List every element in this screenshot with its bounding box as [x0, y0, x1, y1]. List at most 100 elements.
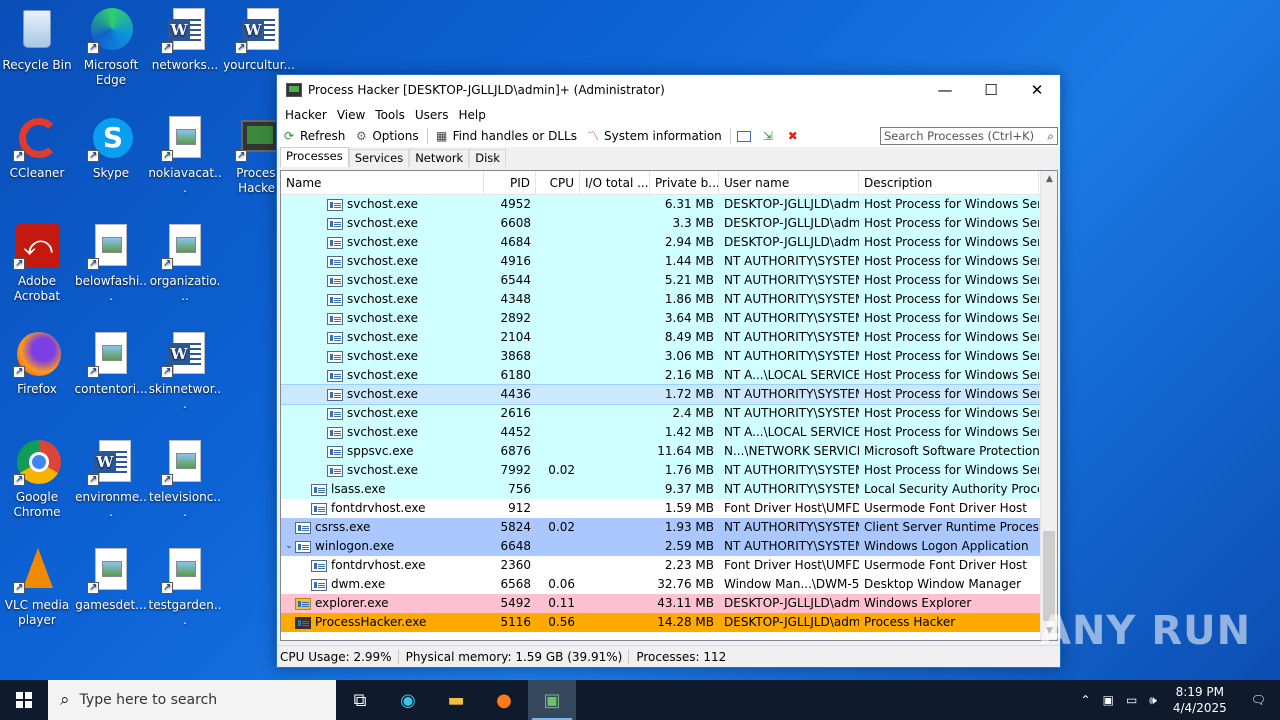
process-name-cell: svchost.exe [281, 404, 484, 423]
process-row[interactable]: ⌄ winlogon.exe 6648 2.59 MB NT AUTHORITY\SYS… [281, 537, 1057, 556]
process-row[interactable]: svchost.exe 6608 3.3 MB DESKTOP-JGLLJLD\adm… [281, 214, 1057, 233]
terminate-button[interactable]: ✖ [785, 129, 804, 143]
search-processes-input[interactable]: Search Processes (Ctrl+K) ⌕ [880, 127, 1058, 145]
process-hacker-tray-icon[interactable]: ▣ [1097, 693, 1120, 707]
desktop-icon[interactable]: Wnetworks... [148, 6, 222, 73]
vertical-scrollbar[interactable]: ▲ ▼ [1040, 171, 1057, 640]
process-name-cell: svchost.exe [281, 309, 484, 328]
taskbar-edge[interactable]: ◉ [384, 680, 432, 720]
system-information-button[interactable]: 〽 System information [585, 129, 722, 143]
process-row[interactable]: ProcessHacker.exe 5116 0.56 14.28 MB DESKTOP… [281, 613, 1057, 632]
clock[interactable]: 8:19 PM 4/4/2025 [1163, 684, 1237, 716]
process-row[interactable]: svchost.exe 4436 1.72 MB NT AUTHORITY\SYSTE… [281, 384, 1057, 405]
process-row[interactable]: svchost.exe 4452 1.42 MB NT A...\LOCAL SERV… [281, 423, 1057, 442]
menu-users[interactable]: Users [410, 108, 454, 122]
process-row[interactable]: svchost.exe 2104 8.49 MB NT AUTHORITY\SYSTE… [281, 328, 1057, 347]
column-io-total[interactable]: I/O total ... [580, 171, 650, 194]
network-icon[interactable]: ▭ [1120, 693, 1143, 707]
process-row[interactable]: svchost.exe 4916 1.44 MB NT AUTHORITY\SYSTE… [281, 252, 1057, 271]
process-name-cell: svchost.exe [281, 252, 484, 271]
tab-processes[interactable]: Processes [280, 147, 349, 167]
process-row[interactable]: svchost.exe 4952 6.31 MB DESKTOP-JGLLJLD\ad… [281, 195, 1057, 214]
process-row[interactable]: sppsvc.exe 6876 11.64 MB N...\NETWORK SERVI… [281, 442, 1057, 461]
process-row[interactable]: svchost.exe 4348 1.86 MB NT AUTHORITY\SYSTE… [281, 290, 1057, 309]
menu-view[interactable]: View [332, 108, 370, 122]
desktop-icon[interactable]: belowfashi... [74, 222, 148, 304]
column-cpu[interactable]: CPU [536, 171, 580, 194]
menu-tools[interactable]: Tools [370, 108, 410, 122]
taskbar-firefox[interactable]: ● [480, 680, 528, 720]
column-pid[interactable]: PID [484, 171, 536, 194]
private-bytes-cell: 32.76 MB [657, 577, 714, 591]
desktop-icon[interactable]: gamesdet... [74, 546, 148, 613]
desktop-icon[interactable]: nokiavacat... [148, 114, 222, 196]
column-description[interactable]: Description [859, 171, 1039, 194]
process-row[interactable]: dwm.exe 6568 0.06 32.76 MB Window Man...\DWM… [281, 575, 1057, 594]
process-row[interactable]: svchost.exe 2616 2.4 MB NT AUTHORITY\SYSTEM… [281, 404, 1057, 423]
maximize-button[interactable]: ☐ [968, 75, 1014, 105]
desktop-icon[interactable]: Microsoft Edge [74, 6, 148, 88]
desktop-icon[interactable]: televisionc... [148, 438, 222, 520]
find-window-button[interactable]: ⇲ [760, 129, 779, 143]
pid-cell: 756 [508, 482, 531, 496]
desktop-icon[interactable]: Firefox [0, 330, 74, 397]
desktop-icon[interactable]: ⤺ Adobe Acrobat [0, 222, 74, 304]
menu-help[interactable]: Help [453, 108, 490, 122]
desktop-icon[interactable]: contentori... [74, 330, 148, 397]
process-row[interactable]: fontdrvhost.exe 2360 2.23 MB Font Driver Ho… [281, 556, 1057, 575]
options-button[interactable]: ⚙ Options [353, 129, 419, 143]
desktop-icon[interactable]: Wskinnetwor... [148, 330, 222, 412]
show-hidden-icons-icon[interactable]: ⌃ [1075, 693, 1097, 707]
io-total-cell [580, 499, 650, 518]
process-row[interactable]: svchost.exe 6544 5.21 MB NT AUTHORITY\SYSTE… [281, 271, 1057, 290]
desktop-icon[interactable]: Google Chrome [0, 438, 74, 520]
shortcut-arrow-icon [13, 364, 25, 379]
process-row[interactable]: svchost.exe 7992 0.02 1.76 MB NT AUTHORITY\S… [281, 461, 1057, 480]
minimize-button[interactable]: — [922, 75, 968, 105]
desktop-icon[interactable]: S Skype [74, 114, 148, 181]
tab-network[interactable]: Network [409, 149, 470, 167]
column-user-name[interactable]: User name [719, 171, 859, 194]
process-row[interactable]: svchost.exe 3868 3.06 MB NT AUTHORITY\SYSTE… [281, 347, 1057, 366]
desktop-icon[interactable]: CCleaner [0, 114, 74, 181]
process-name: fontdrvhost.exe [331, 558, 426, 572]
process-icon [327, 217, 343, 230]
desktop-icon[interactable]: Wyourcultur... [222, 6, 296, 73]
tab-services[interactable]: Services [348, 149, 410, 167]
close-button[interactable]: ✕ [1014, 75, 1060, 105]
process-row[interactable]: explorer.exe 5492 0.11 43.11 MB DESKTOP-JGLL… [281, 594, 1057, 613]
scroll-up-arrow[interactable]: ▲ [1041, 171, 1057, 188]
desktop-icon[interactable]: organizatio... [148, 222, 222, 304]
chevron-down-icon[interactable]: ⌄ [283, 537, 295, 556]
private-bytes-cell: 11.64 MB [657, 444, 714, 458]
process-row[interactable]: lsass.exe 756 9.37 MB NT AUTHORITY\SYSTEM Lo… [281, 480, 1057, 499]
find-handles-button[interactable]: ▦ Find handles or DLLs [434, 129, 577, 143]
refresh-button[interactable]: ⟳ Refresh [281, 129, 345, 143]
desktop-icon[interactable]: VLC media player [0, 546, 74, 628]
title-bar[interactable]: Process Hacker [DESKTOP-JGLLJLD\admin]+ … [277, 75, 1060, 105]
task-view-button[interactable]: ⧉ [336, 680, 384, 720]
private-bytes-cell: 2.94 MB [664, 235, 714, 249]
start-button[interactable] [0, 680, 48, 720]
window-button[interactable] [736, 130, 754, 142]
process-row[interactable]: csrss.exe 5824 0.02 1.93 MB NT AUTHORITY\SYS… [281, 518, 1057, 537]
desktop-icon[interactable]: Recycle Bin [0, 6, 74, 73]
taskbar-search-box[interactable]: ⌕ Type here to search [48, 680, 336, 720]
desktop-icon[interactable]: testgarden... [148, 546, 222, 628]
shortcut-arrow-icon [87, 364, 99, 379]
process-row[interactable]: fontdrvhost.exe 912 1.59 MB Font Driver Hos… [281, 499, 1057, 518]
process-row[interactable]: svchost.exe 4684 2.94 MB DESKTOP-JGLLJLD\ad… [281, 233, 1057, 252]
shortcut-arrow-icon [87, 472, 99, 487]
cpu-cell [536, 252, 580, 271]
tab-disk[interactable]: Disk [469, 149, 506, 167]
taskbar-file-explorer[interactable]: ▬ [432, 680, 480, 720]
column-private-bytes[interactable]: Private b... [650, 171, 719, 194]
process-row[interactable]: svchost.exe 6180 2.16 MB NT A...\LOCAL SERV… [281, 366, 1057, 385]
process-row[interactable]: svchost.exe 2892 3.64 MB NT AUTHORITY\SYSTE… [281, 309, 1057, 328]
taskbar-process-hacker[interactable]: ▣ [528, 680, 576, 720]
volume-icon[interactable]: 🕪 [1143, 693, 1163, 708]
desktop-icon[interactable]: Wenvironme... [74, 438, 148, 520]
notifications-icon[interactable]: 🗨 [1237, 693, 1280, 707]
column-name[interactable]: Name [281, 171, 484, 194]
menu-hacker[interactable]: Hacker [280, 108, 332, 122]
